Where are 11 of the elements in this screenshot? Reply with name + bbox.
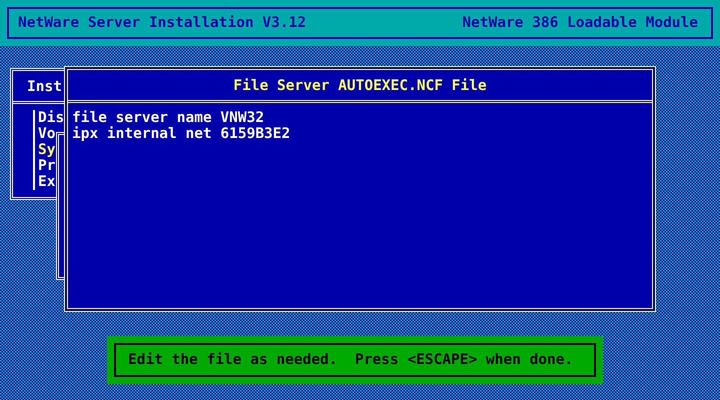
file-line[interactable]: file server name VNW32 [72,110,652,126]
program-title: NetWare Server Installation V3.12 [18,15,306,31]
menu-item[interactable]: Vo [38,126,56,142]
status-message: Edit the file as needed. Press <ESCAPE> when done. [128,352,574,368]
module-label: NetWare 386 Loadable Module [462,15,698,31]
file-line[interactable]: ipx internal net 6159B3E2 [72,126,652,142]
window-title: File Server AUTOEXEC.NCF File [68,70,652,103]
menu-item[interactable]: Pr [38,158,56,174]
menu-item[interactable]: Sy [38,142,56,158]
menu-item[interactable]: Ex [38,174,56,190]
menu-item[interactable]: Dis [38,110,64,126]
